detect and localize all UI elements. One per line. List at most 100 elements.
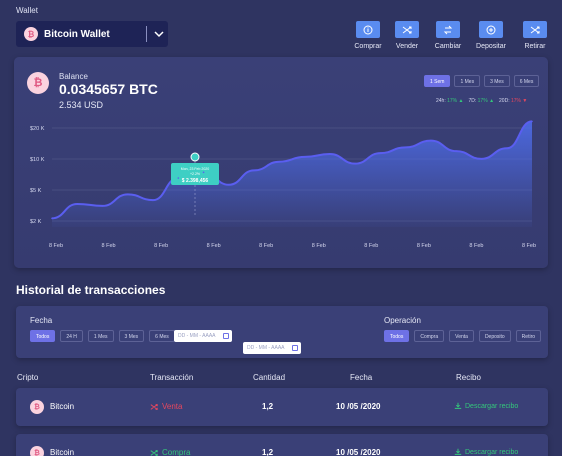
chart-point — [354, 162, 356, 165]
end-date-placeholder: DD - MM - AAAA — [247, 345, 285, 351]
x-tick-label: 8 Feb — [207, 243, 221, 249]
chart-point — [253, 169, 255, 172]
chart-point — [505, 147, 508, 150]
table-row[interactable]: ₿ Bitcoin Venta 1,2 10 /05 /2020 Descarg… — [16, 388, 548, 426]
withdraw-label: Retirar — [524, 43, 546, 50]
deposit-button[interactable]: Depositar — [471, 21, 511, 50]
history-title: Historial de transacciones — [16, 283, 166, 297]
tooltip-value: $ 2.398,456 — [182, 178, 209, 184]
table-row[interactable]: ₿ Bitcoin Compra 1,2 10 /05 /2020 Descar… — [16, 434, 548, 456]
withdraw-button[interactable]: Retirar — [515, 21, 555, 50]
bitcoin-icon: ₿ — [24, 27, 38, 41]
tooltip-line2: +2.2% — [190, 172, 200, 176]
date-chip-todos[interactable]: Todos — [30, 330, 56, 342]
shuffle-icon — [150, 449, 158, 456]
x-tick-label: 8 Feb — [259, 243, 273, 249]
chart-point — [379, 152, 382, 154]
wallet-selector[interactable]: ₿ Bitcoin Wallet — [16, 21, 168, 47]
chart-point — [228, 183, 230, 186]
date-chip-3-mes[interactable]: 3 Mes — [118, 330, 145, 342]
chart-point — [303, 156, 306, 158]
chart-point — [480, 158, 483, 160]
shuffle-icon — [395, 21, 419, 38]
crypto-name: Bitcoin — [50, 448, 75, 456]
op-chip-todos[interactable]: Todos — [384, 330, 410, 342]
wallet-divider — [146, 26, 147, 42]
plus-circle-icon — [479, 21, 503, 38]
transaction-date: 10 /05 /2020 — [336, 402, 381, 411]
download-receipt-label: Descargar recibo — [465, 402, 519, 410]
shuffle-icon — [523, 21, 547, 38]
column-header-transaccion: Transacción — [150, 373, 194, 382]
tooltip-marker — [190, 152, 200, 162]
bitcoin-icon: ₿ — [30, 446, 44, 456]
date-chip-1-mes[interactable]: 1 Mes — [87, 330, 114, 342]
chart-point — [430, 139, 432, 142]
chart-point — [531, 120, 533, 123]
download-receipt-label: Descargar recibo — [465, 448, 519, 456]
wallet-actions: Comprar Vender Cambiar Depositar Retirar — [348, 21, 552, 55]
chart-point — [152, 199, 154, 201]
transaction-date: 10 /05 /2020 — [336, 448, 381, 456]
chart-point — [404, 146, 407, 149]
buy-label: Comprar — [354, 43, 382, 50]
column-header-fecha: Fecha — [350, 373, 373, 382]
column-header-recibo: Recibo — [456, 373, 481, 382]
x-tick-label: 8 Feb — [102, 243, 116, 249]
transaction-type-label: Compra — [162, 448, 191, 456]
wallet-label: Wallet — [16, 6, 38, 15]
op-chip-venta[interactable]: Venta — [449, 330, 474, 342]
column-header-cantidad: Cantidad — [253, 373, 286, 382]
chart-area — [52, 121, 532, 227]
date-chip-6-mes[interactable]: 6 Mes — [149, 330, 175, 342]
chevron-down-icon[interactable] — [152, 26, 166, 42]
date-chip-24h[interactable]: 24 H — [60, 330, 83, 342]
wallet-name: Bitcoin Wallet — [44, 28, 110, 40]
quantity: 1,2 — [262, 402, 274, 411]
y-tick-label: $10 K — [30, 157, 45, 163]
sell-label: Vender — [395, 43, 419, 50]
calendar-icon — [292, 345, 298, 351]
crypto-name: Bitcoin — [50, 402, 75, 411]
chart-tooltip: Mon, 23 Feb 2020 +2.2% $ 2.398,456 — [171, 152, 219, 185]
transaction-type-label: Venta — [162, 402, 183, 411]
filter-card: Fecha Todos 24 H 1 Mes 3 Mes 6 Mes DD - … — [16, 306, 548, 358]
y-tick-label: $2 K — [30, 219, 42, 225]
download-receipt-link[interactable]: Descargar recibo — [454, 402, 518, 410]
download-icon — [454, 402, 462, 409]
calendar-icon — [223, 333, 229, 339]
download-icon — [454, 448, 462, 455]
chart-point — [278, 160, 281, 163]
chart-point — [101, 205, 104, 207]
op-chip-retiro[interactable]: Retiro — [515, 330, 542, 342]
swap-icon — [436, 21, 460, 38]
x-tick-label: 8 Feb — [522, 243, 536, 249]
y-tick-label: $5 K — [30, 188, 42, 194]
balance-chart: Mon, 23 Feb 2020 +2.2% $ 2.398,456 $20 K… — [30, 120, 536, 249]
transaction-type: Venta — [150, 402, 182, 411]
op-chip-deposito[interactable]: Deposito — [478, 330, 511, 342]
buy-button[interactable]: Comprar — [348, 21, 388, 50]
operation-filter-chips: Todos Compra Venta Deposito Retiro — [384, 330, 542, 342]
start-date-input[interactable]: DD - MM - AAAA — [174, 330, 232, 342]
x-tick-label: 8 Feb — [469, 243, 483, 249]
shuffle-icon — [150, 403, 158, 410]
chart-point — [455, 150, 458, 152]
quantity: 1,2 — [262, 448, 274, 456]
end-date-input[interactable]: DD - MM - AAAA — [243, 342, 301, 354]
bitcoin-icon: ₿ — [30, 400, 44, 414]
chart-point — [126, 193, 129, 196]
op-chip-compra[interactable]: Compra — [414, 330, 445, 342]
sell-button[interactable]: Vender — [387, 21, 427, 50]
x-tick-label: 8 Feb — [312, 243, 326, 249]
tooltip-line1: Mon, 23 Feb 2020 — [181, 167, 209, 171]
chart-point — [76, 203, 79, 205]
info-icon — [356, 21, 380, 38]
x-tick-label: 8 Feb — [417, 243, 431, 249]
y-tick-label: $20 K — [30, 126, 45, 132]
download-receipt-link[interactable]: Descargar recibo — [454, 448, 518, 456]
x-tick-label: 8 Feb — [49, 243, 63, 249]
exchange-button[interactable]: Cambiar — [428, 21, 468, 50]
exchange-label: Cambiar — [434, 43, 462, 50]
chart-point — [177, 177, 180, 179]
